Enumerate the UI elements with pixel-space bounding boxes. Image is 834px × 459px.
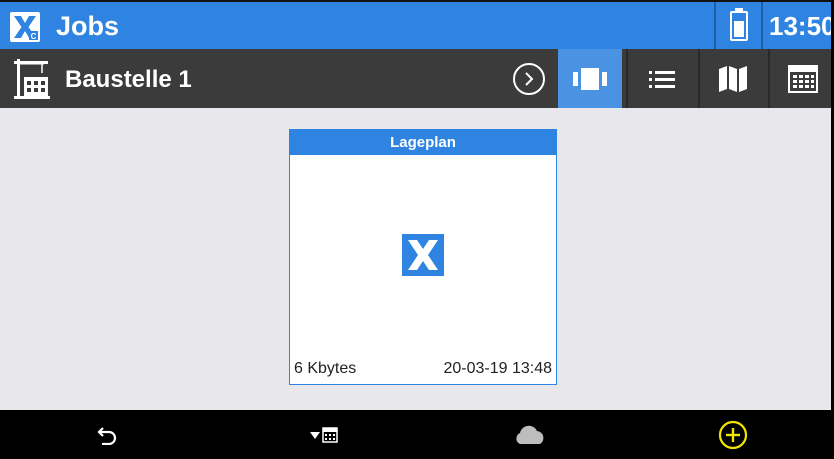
content-area: Lageplan 6 Kbytes 20-03-19 13:48 bbox=[0, 108, 834, 410]
card-title: Lageplan bbox=[290, 130, 556, 155]
svg-text:C: C bbox=[31, 32, 37, 41]
list-view-icon bbox=[649, 70, 675, 88]
calendar-filter-button[interactable] bbox=[300, 410, 350, 459]
document-card[interactable]: Lageplan 6 Kbytes 20-03-19 13:48 bbox=[289, 129, 557, 385]
calendar-icon bbox=[788, 64, 818, 93]
cloud-button[interactable] bbox=[505, 410, 555, 459]
add-button[interactable] bbox=[708, 410, 758, 459]
divider bbox=[698, 49, 700, 108]
back-button[interactable] bbox=[82, 410, 132, 459]
app-logo-icon: C bbox=[10, 12, 40, 42]
tiles-view-icon bbox=[573, 67, 607, 90]
construction-site-icon bbox=[14, 59, 50, 99]
chevron-right-icon bbox=[513, 62, 545, 95]
battery-status bbox=[714, 2, 763, 49]
calendar-filter-icon bbox=[310, 426, 338, 443]
toolbar: Baustelle 1 bbox=[0, 49, 834, 108]
clock: 13:50 bbox=[769, 11, 834, 41]
battery-icon bbox=[730, 8, 748, 41]
file-size: 6 Kbytes bbox=[294, 360, 357, 377]
map-view-button[interactable] bbox=[702, 49, 764, 108]
next-button[interactable] bbox=[504, 49, 554, 108]
calendar-view-button[interactable] bbox=[772, 49, 834, 108]
cloud-icon bbox=[516, 425, 544, 444]
app-title: Jobs bbox=[56, 11, 120, 41]
divider bbox=[768, 49, 770, 108]
add-icon bbox=[718, 420, 748, 449]
title-bar: C Jobs 13:50 bbox=[0, 2, 834, 49]
site-title: Baustelle 1 bbox=[65, 66, 192, 93]
bottom-nav bbox=[0, 410, 834, 459]
divider bbox=[626, 49, 628, 108]
map-icon bbox=[719, 65, 747, 92]
back-icon bbox=[97, 426, 117, 445]
file-date: 20-03-19 13:48 bbox=[443, 360, 552, 377]
list-view-button[interactable] bbox=[630, 49, 694, 108]
tiles-view-button[interactable] bbox=[558, 49, 622, 108]
battery-level bbox=[734, 21, 744, 37]
document-type-icon bbox=[402, 234, 444, 276]
